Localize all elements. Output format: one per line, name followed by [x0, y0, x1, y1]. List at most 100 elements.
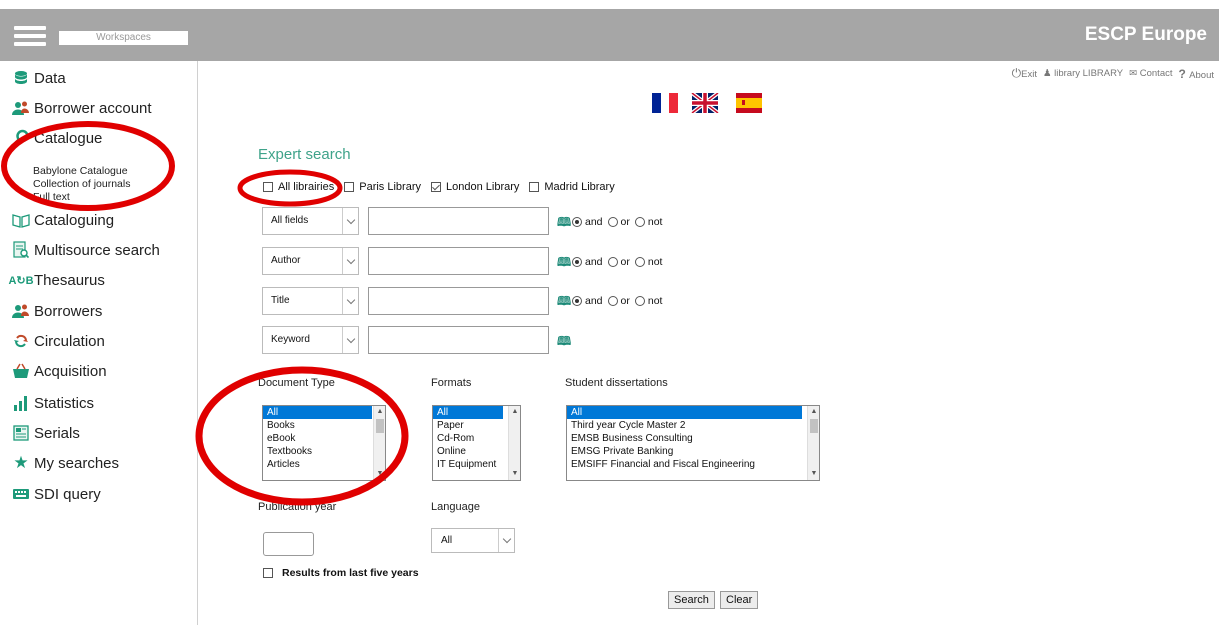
formats-list[interactable]: All Paper Cd-Rom Online IT Equipment ▲ ▼: [432, 405, 521, 481]
list-item[interactable]: EMSB Business Consulting: [567, 432, 819, 445]
not-radio[interactable]: [634, 217, 645, 227]
list-item[interactable]: Paper: [433, 419, 520, 432]
search-input-3[interactable]: [368, 287, 549, 315]
all-libraries-checkbox[interactable]: [263, 182, 273, 192]
scrollbar[interactable]: ▲ ▼: [373, 406, 385, 480]
uk-flag-icon[interactable]: [684, 93, 726, 113]
or-radio[interactable]: [607, 257, 618, 267]
question-icon: ?: [1178, 66, 1190, 81]
sidebar-item-label: Borrowers: [34, 302, 103, 320]
brand-title: ESCP Europe: [1084, 24, 1207, 45]
exit-link[interactable]: ⏻Exit: [1012, 66, 1037, 81]
madrid-library-checkbox[interactable]: [529, 182, 540, 192]
dissertations-list[interactable]: All Third year Cycle Master 2 EMSB Busin…: [566, 405, 820, 481]
sidebar-item-label: My searches: [34, 454, 120, 472]
list-item[interactable]: IT Equipment: [433, 458, 520, 471]
london-library-checkbox[interactable]: [431, 182, 441, 192]
scrollbar[interactable]: ▲ ▼: [508, 406, 520, 480]
sidebar-item-label: Serials: [34, 424, 80, 442]
scrollbar[interactable]: ▲ ▼: [807, 406, 819, 480]
or-radio[interactable]: [607, 217, 618, 227]
index-book-icon[interactable]: 🕮: [557, 292, 571, 313]
page-title: Expert search: [258, 146, 351, 163]
envelope-icon: ✉: [1129, 68, 1140, 79]
index-book-icon[interactable]: 🕮: [557, 213, 571, 234]
sidebar-item-multisource-search[interactable]: Multisource search: [12, 241, 160, 259]
index-book-icon[interactable]: 🕮: [557, 332, 571, 353]
about-link[interactable]: ? About: [1179, 67, 1215, 81]
contact-link[interactable]: ✉ Contact: [1129, 68, 1172, 79]
sidebar-item-label: Acquisition: [34, 362, 107, 380]
field-select-4[interactable]: Keyword: [262, 326, 359, 354]
list-item[interactable]: Books: [263, 419, 385, 432]
sidebar-item-label: Catalogue: [34, 129, 103, 147]
spanish-flag-icon[interactable]: [732, 93, 766, 113]
user-icon: ♟: [1042, 68, 1055, 79]
list-item[interactable]: All: [567, 406, 802, 419]
language-flags: [652, 93, 766, 113]
document-search-icon: [12, 241, 30, 259]
document-type-list[interactable]: All Books eBook Textbooks Articles ▲ ▼: [262, 405, 386, 481]
list-item[interactable]: Articles: [263, 458, 385, 471]
workspaces-selector[interactable]: Workspaces: [59, 31, 188, 45]
sidebar-item-cataloguing[interactable]: Cataloguing: [12, 211, 114, 229]
checkbox-label: London Library: [446, 181, 520, 193]
list-item[interactable]: All: [433, 406, 503, 419]
catalogue-sub-journals[interactable]: Collection of journals: [33, 178, 130, 190]
index-book-icon[interactable]: 🕮: [557, 253, 571, 274]
list-item[interactable]: EMSG Private Banking: [567, 445, 819, 458]
not-radio[interactable]: [634, 296, 645, 306]
not-radio[interactable]: [634, 257, 645, 267]
list-item[interactable]: Textbooks: [263, 445, 385, 458]
search-button[interactable]: Search: [668, 591, 715, 609]
basket-icon: [12, 362, 30, 380]
list-item[interactable]: eBook: [263, 432, 385, 445]
list-item[interactable]: Third year Cycle Master 2: [567, 419, 819, 432]
clear-button[interactable]: Clear: [720, 591, 759, 609]
publication-year-label: Publication year: [258, 501, 337, 513]
and-radio[interactable]: [572, 257, 582, 267]
sidebar-item-statistics[interactable]: Statistics: [12, 394, 94, 412]
search-input-4[interactable]: [368, 326, 549, 354]
sidebar-item-label: Borrower account: [34, 99, 152, 117]
keyboard-icon: [12, 485, 30, 503]
list-item[interactable]: Cd-Rom: [433, 432, 520, 445]
search-input-1[interactable]: [368, 207, 549, 235]
sidebar-item-borrowers[interactable]: Borrowers: [12, 302, 102, 320]
sidebar-item-borrower-account[interactable]: Borrower account: [12, 99, 152, 117]
chevron-down-icon: [342, 208, 358, 234]
hamburger-menu-icon[interactable]: [14, 26, 46, 46]
french-flag-icon[interactable]: [652, 93, 678, 113]
catalogue-sub-fulltext[interactable]: Full text: [33, 191, 70, 203]
and-radio[interactable]: [572, 296, 582, 306]
field-select-1[interactable]: All fields: [262, 207, 359, 235]
language-select[interactable]: All: [431, 528, 515, 553]
sidebar-item-thesaurus[interactable]: A↻B Thesaurus: [8, 271, 104, 289]
sidebar-item-catalogue[interactable]: Catalogue: [12, 129, 102, 147]
sidebar-item-serials[interactable]: Serials: [12, 424, 80, 442]
sidebar-item-my-searches[interactable]: ★ My searches: [12, 453, 120, 472]
bar-chart-icon: [12, 394, 30, 412]
sidebar-item-label: Statistics: [34, 394, 95, 412]
search-input-2[interactable]: [368, 247, 549, 275]
list-item[interactable]: Online: [433, 445, 520, 458]
sidebar-item-circulation[interactable]: Circulation: [12, 332, 105, 350]
and-radio[interactable]: [572, 217, 582, 227]
paris-library-checkbox[interactable]: [344, 182, 355, 192]
catalogue-sub-babylone[interactable]: Babylone Catalogue: [33, 165, 128, 177]
sidebar-item-acquisition[interactable]: Acquisition: [12, 362, 107, 380]
chevron-down-icon: [498, 529, 514, 552]
sidebar-item-sdi-query[interactable]: SDI query: [12, 485, 101, 503]
field-select-3[interactable]: Title: [262, 287, 359, 315]
power-icon: ⏻: [1011, 66, 1022, 80]
sidebar-item-data[interactable]: Data: [12, 69, 66, 87]
or-radio[interactable]: [607, 296, 618, 306]
list-item[interactable]: EMSIFF Financial and Fiscal Engineering: [567, 458, 819, 471]
list-item[interactable]: All: [263, 406, 372, 419]
library-link[interactable]: ♟ library LIBRARY: [1043, 68, 1123, 79]
users-icon: [12, 99, 30, 117]
field-select-2[interactable]: Author: [262, 247, 359, 275]
sidebar-item-label: Data: [34, 69, 66, 87]
publication-year-input[interactable]: [263, 532, 314, 556]
last-five-years-checkbox[interactable]: [263, 568, 273, 578]
